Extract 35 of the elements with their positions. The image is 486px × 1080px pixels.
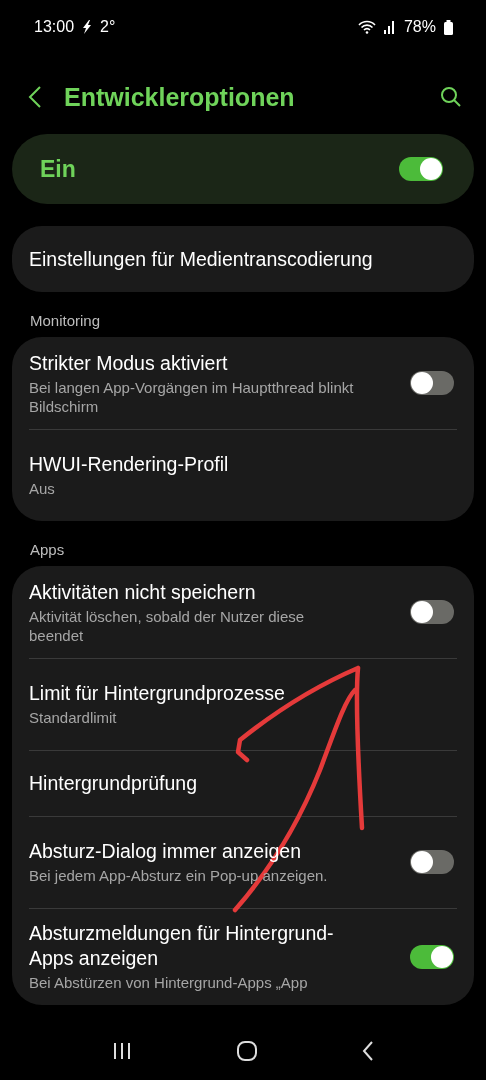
- temperature: 2°: [100, 18, 116, 36]
- lightning-icon: [82, 20, 93, 34]
- signal-icon: [383, 20, 396, 34]
- toggle-switch[interactable]: [410, 371, 454, 395]
- master-switch-label: Ein: [40, 155, 77, 183]
- setting-summary: Bei langen App-Vorgängen im Hauptthread blinkt Bildschirm: [29, 377, 355, 416]
- toggle-switch[interactable]: [399, 157, 443, 181]
- back-icon[interactable]: [28, 85, 42, 109]
- setting-title[interactable]: Hintergrundprüfung: [29, 770, 404, 796]
- toggle-switch[interactable]: [410, 850, 454, 874]
- toggle-switch[interactable]: [410, 944, 454, 969]
- setting-summary: Bei Abstürzen von Hintergrund-Apps „App: [29, 973, 309, 992]
- toggle-switch[interactable]: [410, 600, 454, 624]
- setting-title[interactable]: Einstellungen für Medientranscodierung: [29, 246, 404, 272]
- setting-summary: Aktivität löschen, sobald der Nutzer diese beendet: [29, 606, 306, 645]
- section-header: Apps: [29, 540, 66, 560]
- home-icon[interactable]: [237, 1041, 257, 1061]
- clock: 13:00: [34, 18, 75, 36]
- recents-icon[interactable]: [112, 1042, 133, 1060]
- back-icon[interactable]: [361, 1041, 374, 1061]
- setting-title[interactable]: Strikter Modus aktiviert: [29, 350, 360, 376]
- search-icon[interactable]: [440, 86, 462, 108]
- setting-summary: Standardlimit: [29, 708, 118, 727]
- page-title: Entwickleroptionen: [64, 82, 296, 112]
- setting-title[interactable]: HWUI-Rendering-Profil: [29, 452, 404, 477]
- wifi-icon: [357, 20, 376, 34]
- battery-icon: [444, 19, 453, 35]
- setting-summary: Bei jedem App-Absturz ein Pop-up anzeigen.: [29, 866, 329, 885]
- section-header: Monitoring: [29, 311, 102, 331]
- setting-title[interactable]: Absturzmeldungen für Hintergrund-Apps anzeigen: [29, 921, 360, 971]
- battery-percentage: 78%: [403, 18, 436, 36]
- setting-title[interactable]: Limit für Hintergrundprozesse: [29, 681, 404, 706]
- setting-summary: Aus: [29, 479, 56, 498]
- master-switch-bar[interactable]: Ein: [12, 134, 474, 204]
- setting-title[interactable]: Aktivitäten nicht speichern: [29, 579, 360, 605]
